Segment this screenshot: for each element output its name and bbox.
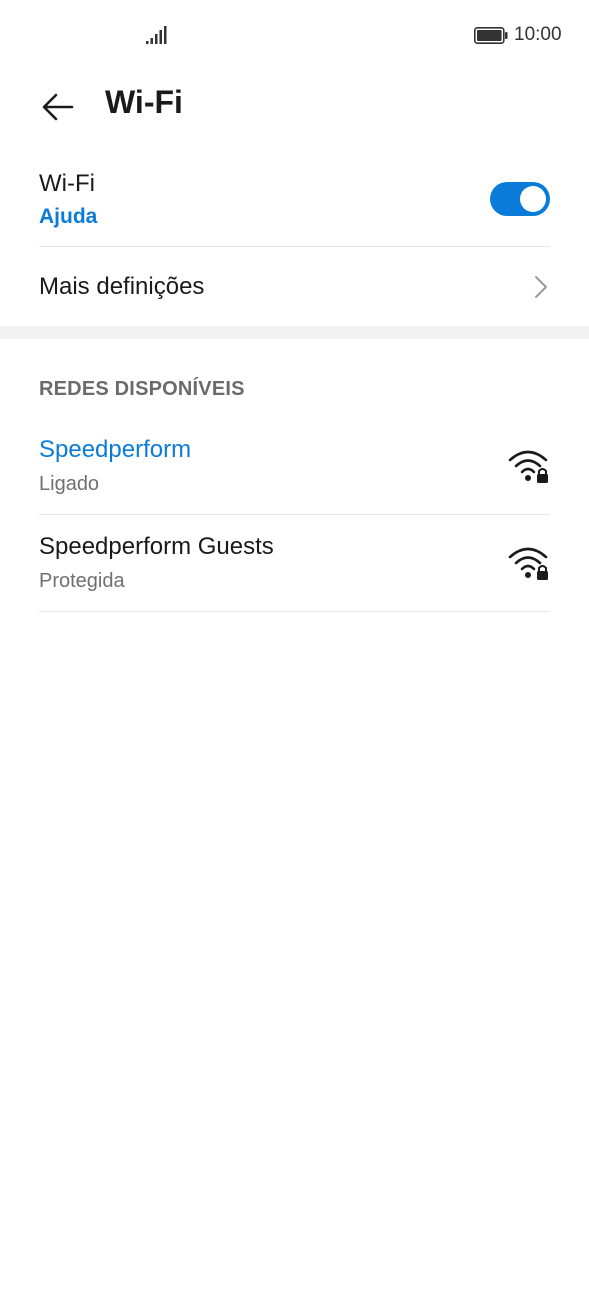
network-item-speedperform[interactable]: Speedperform Ligado [39, 418, 550, 515]
more-settings-label: Mais definições [39, 273, 205, 300]
battery-icon [474, 27, 508, 44]
app-bar: Wi-Fi [0, 72, 589, 142]
wifi-label: Wi-Fi [39, 170, 95, 197]
more-settings-row[interactable]: Mais definições [39, 247, 550, 325]
wifi-locked-icon [508, 450, 548, 483]
network-name: Speedperform [39, 436, 192, 463]
network-status: Ligado [39, 473, 100, 495]
clock: 10:00 [514, 24, 562, 45]
help-link[interactable]: Ajuda [39, 205, 97, 229]
wifi-toggle-row: Wi-Fi Ajuda [39, 160, 550, 247]
signal-bars-icon [146, 26, 167, 44]
switch-knob [520, 186, 546, 212]
page-title: Wi-Fi [105, 84, 183, 120]
section-divider [0, 326, 589, 339]
wifi-switch[interactable] [490, 182, 550, 216]
network-status: Protegida [39, 570, 125, 592]
wifi-locked-icon [508, 547, 548, 580]
network-name: Speedperform Guests [39, 533, 274, 560]
network-item-speedperform-guests[interactable]: Speedperform Guests Protegida [39, 515, 550, 612]
chevron-right-icon [535, 276, 547, 298]
status-bar: 10:00 [0, 0, 589, 72]
arrow-left-icon[interactable] [38, 87, 78, 127]
section-title: REDES DISPONÍVEIS [39, 378, 245, 400]
